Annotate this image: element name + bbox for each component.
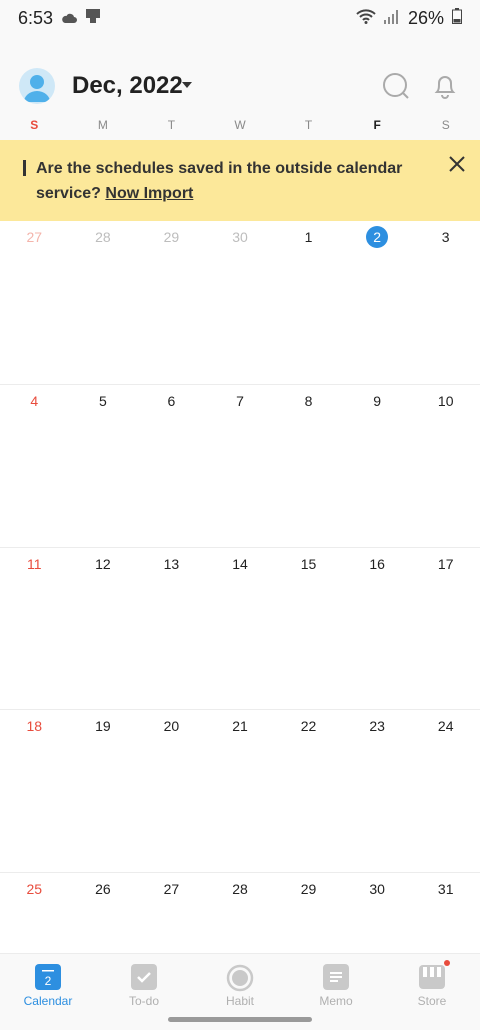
day-cell[interactable]: 28: [69, 221, 138, 384]
day-cell[interactable]: 22: [274, 710, 343, 873]
weekday-labels: S M T W T F S: [0, 118, 480, 138]
weekday-label: T: [167, 118, 176, 132]
battery-level: 26%: [407, 7, 444, 28]
status-time: 6:53: [18, 7, 54, 28]
tab-label: Store: [417, 994, 447, 1008]
day-cell[interactable]: 24: [411, 710, 480, 873]
banner-accent-bar: [23, 160, 26, 176]
day-cell[interactable]: 17: [411, 548, 480, 710]
day-cell[interactable]: 9: [343, 385, 412, 548]
day-cell[interactable]: 26: [69, 873, 138, 954]
search-icon[interactable]: [382, 72, 410, 105]
avatar[interactable]: [19, 68, 55, 104]
tab-label: Calendar: [23, 994, 73, 1008]
close-icon[interactable]: [448, 155, 466, 178]
weekday-label: S: [441, 118, 450, 132]
checkbox-icon: [131, 964, 157, 993]
banner-message: Are the schedules saved in the outside c…: [36, 160, 403, 202]
day-cell[interactable]: 6: [137, 385, 206, 548]
month-title[interactable]: Dec, 2022: [72, 72, 183, 100]
signal-icon: [383, 8, 400, 29]
week-row: 18 19 20 21 22 23 24: [0, 709, 480, 873]
day-cell[interactable]: 11: [0, 548, 69, 710]
day-cell[interactable]: 1: [274, 221, 343, 384]
weekday-label: T: [304, 118, 313, 132]
day-cell[interactable]: 5: [69, 385, 138, 548]
day-cell[interactable]: 25: [0, 873, 69, 954]
calendar-icon-date: 2: [45, 974, 52, 988]
cloud-icon: [61, 8, 78, 29]
day-cell[interactable]: 30: [206, 221, 275, 384]
import-banner: Are the schedules saved in the outside c…: [0, 140, 480, 221]
day-cell[interactable]: 8: [274, 385, 343, 548]
day-cell[interactable]: 30: [343, 873, 412, 954]
day-cell[interactable]: 3: [411, 221, 480, 384]
week-row: 11 12 13 14 15 16 17: [0, 547, 480, 710]
bell-icon[interactable]: [431, 72, 459, 105]
day-cell[interactable]: 21: [206, 710, 275, 873]
now-import-link[interactable]: Now Import: [105, 185, 193, 202]
week-row: 4 5 6 7 8 9 10: [0, 384, 480, 548]
tab-calendar[interactable]: 2 Calendar: [0, 954, 96, 1030]
day-cell[interactable]: 14: [206, 548, 275, 710]
day-cell[interactable]: 27: [0, 221, 69, 384]
home-indicator[interactable]: [168, 1017, 312, 1022]
day-cell[interactable]: 23: [343, 710, 412, 873]
weekday-label: F: [373, 118, 381, 132]
week-row: 27 28 29 30 1 2 3: [0, 221, 480, 384]
tab-label: To-do: [128, 994, 160, 1008]
habit-icon: [226, 964, 254, 995]
tab-store[interactable]: Store: [384, 954, 480, 1030]
status-bar: 6:53 26%: [0, 0, 480, 36]
today-marker: 2: [366, 226, 389, 248]
memo-icon: [323, 964, 349, 993]
day-cell[interactable]: 31: [411, 873, 480, 954]
tab-label: Memo: [319, 994, 353, 1008]
day-cell[interactable]: 29: [274, 873, 343, 954]
day-cell[interactable]: 29: [137, 221, 206, 384]
calendar-icon: 2: [35, 964, 61, 993]
day-cell[interactable]: 20: [137, 710, 206, 873]
day-cell[interactable]: 28: [206, 873, 275, 954]
day-cell[interactable]: 18: [0, 710, 69, 873]
week-row: 25 26 27 28 29 30 31: [0, 872, 480, 954]
day-cell[interactable]: 27: [137, 873, 206, 954]
day-cell-today[interactable]: 2: [343, 221, 412, 384]
notification-dot: [444, 960, 450, 966]
day-cell[interactable]: 13: [137, 548, 206, 710]
weekday-label: S: [30, 118, 39, 132]
day-cell[interactable]: 4: [0, 385, 69, 548]
day-cell[interactable]: 15: [274, 548, 343, 710]
store-icon: [418, 964, 446, 993]
notification-app-icon: [85, 8, 101, 29]
day-cell[interactable]: 19: [69, 710, 138, 873]
tab-label: Habit: [225, 994, 254, 1008]
day-cell[interactable]: 10: [411, 385, 480, 548]
month-grid: 27 28 29 30 1 2 3 4 5 6 7 8 9 10 11 12 1…: [0, 221, 480, 953]
chevron-down-icon[interactable]: [180, 78, 194, 97]
battery-icon: [452, 7, 462, 29]
weekday-label: M: [97, 118, 108, 132]
calendar-header: Dec, 2022: [0, 66, 480, 110]
day-cell[interactable]: 7: [206, 385, 275, 548]
day-cell[interactable]: 16: [343, 548, 412, 710]
day-cell[interactable]: 12: [69, 548, 138, 710]
weekday-label: W: [234, 118, 246, 132]
wifi-icon: [356, 8, 376, 29]
